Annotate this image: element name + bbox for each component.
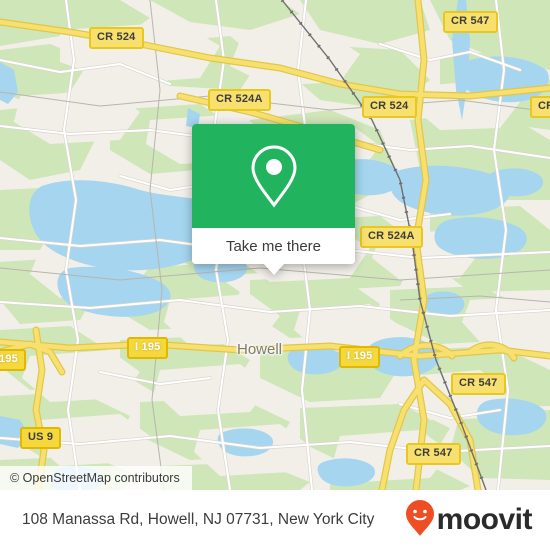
map-attribution[interactable]: © OpenStreetMap contributors xyxy=(0,466,192,490)
map-canvas[interactable]: CR 524 CR 547 CR 524A CR 524 CR CR 524A … xyxy=(0,0,550,490)
road-shield-cr524-ne: CR 524 xyxy=(362,96,417,118)
moovit-pin-smiley-icon xyxy=(405,499,435,542)
moovit-wordmark: moovit xyxy=(436,503,533,536)
attribution-text: © OpenStreetMap contributors xyxy=(10,471,180,485)
callout-action-label[interactable]: Take me there xyxy=(192,228,355,264)
map-pin-icon xyxy=(247,143,301,209)
footer-bar: 108 Manassa Rd, Howell, NJ 07731, New Yo… xyxy=(0,490,550,550)
road-shield-i195-e: I 195 xyxy=(339,346,381,368)
place-label-howell: Howell xyxy=(237,341,283,358)
road-shield-cr524a-n: CR 524A xyxy=(208,89,271,111)
map-screenshot: CR 524 CR 547 CR 524A CR 524 CR CR 524A … xyxy=(0,0,550,550)
road-shield-cr524a-e: CR 524A xyxy=(360,226,423,248)
address-text: 108 Manassa Rd, Howell, NJ 07731, New Yo… xyxy=(22,511,375,528)
road-shield-cr524-nw: CR 524 xyxy=(89,27,144,49)
road-shield-us9: US 9 xyxy=(20,427,62,449)
callout-pointer-tail xyxy=(262,263,285,275)
road-shield-cr547-se-upper: CR 547 xyxy=(451,373,506,395)
road-shield-i195-edge: 195 xyxy=(0,349,26,371)
road-shield-cr-edge: CR xyxy=(530,96,550,118)
moovit-logo[interactable]: moovit xyxy=(405,499,533,542)
road-shield-i195-w: I 195 xyxy=(127,337,169,359)
road-shield-cr547-ne: CR 547 xyxy=(443,11,498,33)
take-me-there-callout[interactable]: Take me there xyxy=(192,124,355,275)
callout-body[interactable]: Take me there xyxy=(192,124,355,264)
callout-image-area xyxy=(192,124,355,228)
road-shield-cr547-se-lower: CR 547 xyxy=(406,443,461,465)
